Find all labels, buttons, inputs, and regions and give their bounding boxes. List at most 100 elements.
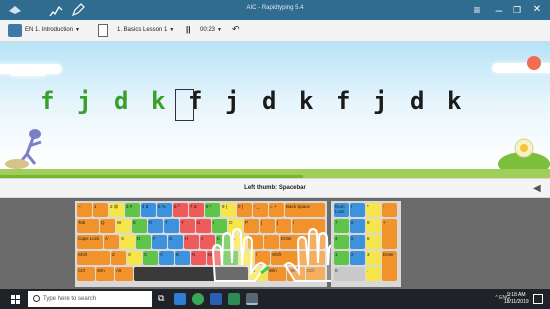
word-icon[interactable] (210, 293, 222, 305)
notification-icon[interactable] (533, 294, 543, 304)
file-explorer-icon[interactable] (174, 293, 186, 305)
course-icon (8, 24, 22, 37)
lesson-area[interactable]: fjdkfjdkfjdk (0, 42, 550, 178)
speaker-icon[interactable]: ◀ (533, 183, 545, 195)
clock-date: 18/11/2019 (504, 299, 529, 305)
chevron-down-icon: ▼ (217, 27, 222, 33)
key: Q (100, 219, 115, 233)
creature-illustration (5, 129, 42, 169)
clock-time: 9:18 AM (507, 292, 526, 298)
numeric-keypad: Num Lock / * - 7 8 9 + 4 5 6 1 2 3 Enter… (331, 201, 401, 287)
chrome-icon[interactable] (192, 293, 204, 305)
course-label: EN 1. Introduction (25, 27, 74, 33)
task-view-icon[interactable]: ⧉ (158, 293, 164, 304)
chevron-down-icon: ▼ (169, 27, 175, 33)
key: 7 (334, 219, 349, 233)
key: 2 @ (109, 203, 124, 217)
key: 5 % (157, 203, 172, 217)
key: W (116, 219, 131, 233)
cloud-decoration (10, 70, 46, 76)
window-title: AIC - Rapidtyping 5.4 (246, 5, 304, 11)
taskbar: Type here to search ⧉ ^ ENG 9:18 AM 18/1… (0, 289, 550, 309)
rapidtyping-taskbar-icon[interactable] (246, 293, 258, 305)
key: 0 ) (237, 203, 252, 217)
chevron-down-icon: ▼ (75, 27, 80, 33)
key: 9 (366, 219, 381, 233)
pending-char: d (410, 87, 425, 115)
key: Shift (77, 251, 110, 265)
clock[interactable]: 9:18 AM 18/11/2019 (504, 292, 529, 306)
lesson-label: 1. Basics Lesson 1 (117, 27, 168, 33)
key: / (350, 203, 365, 217)
key: C (143, 251, 158, 265)
key: Caps Lock (77, 235, 103, 249)
key: V (159, 251, 174, 265)
taskbar-search-box[interactable]: Type here to search (28, 291, 152, 307)
key: 0 (334, 267, 365, 281)
key: 8 * (205, 203, 220, 217)
key: 8 (350, 219, 365, 233)
typed-char: d (114, 87, 129, 115)
key: F (152, 235, 167, 249)
key: Tab (77, 219, 99, 233)
key: R (148, 219, 163, 233)
virtual-keyboard: ~ 1 2 @ 3 # 4 $ 5 % 6 ^ 7 & 8 * 9 ( 0 ) … (75, 201, 339, 287)
restore-button[interactable]: ❐ (510, 3, 524, 17)
menu-icon[interactable]: ≡ (470, 3, 484, 17)
timer: 00:23 ▼ (200, 27, 222, 33)
key: T (164, 219, 179, 233)
key: Alt (115, 267, 133, 281)
key: 1 (334, 251, 349, 265)
pause-icon[interactable]: || (186, 25, 190, 34)
key: S (120, 235, 135, 249)
key: 5 (350, 235, 365, 249)
key: E (132, 219, 147, 233)
key: G (168, 235, 183, 249)
restart-icon[interactable]: ↶ (232, 24, 240, 35)
keyboard-area: ~ 1 2 @ 3 # 4 $ 5 % 6 ^ 7 & 8 * 9 ( 0 ) … (0, 198, 550, 289)
hint-bar: Left thumb: Spacebar ◀ (0, 178, 550, 198)
finger-hint: Left thumb: Spacebar (244, 185, 306, 191)
typed-char: j (77, 87, 92, 115)
key: 4 (334, 235, 349, 249)
title-bar: AIC - Rapidtyping 5.4 ≡ – ❐ ✕ (0, 0, 550, 20)
minimize-button[interactable]: – (492, 3, 506, 17)
key: ~ (77, 203, 92, 217)
pending-char: d (262, 87, 277, 115)
key: Num Lock (334, 203, 349, 217)
pending-char: j (225, 87, 240, 115)
key: X (127, 251, 142, 265)
key: 6 (366, 235, 381, 249)
key: Enter (382, 251, 397, 281)
key: 6 ^ (173, 203, 188, 217)
pending-char: f (336, 87, 351, 115)
key: 7 & (189, 203, 204, 217)
key: - _ (253, 203, 268, 217)
cortana-icon (33, 295, 40, 302)
toolbar: EN 1. Introduction ▼ 1. Basics Lesson 1 ▼ … (0, 20, 550, 42)
close-button[interactable]: ✕ (530, 3, 544, 17)
key: Z (111, 251, 126, 265)
windows-start-icon[interactable] (11, 295, 20, 304)
typed-char: f (40, 87, 55, 115)
pending-char: k (447, 87, 462, 115)
key: + (382, 219, 397, 249)
key: B (175, 251, 190, 265)
course-select[interactable]: EN 1. Introduction ▼ (25, 27, 80, 33)
key: - (382, 203, 397, 217)
key: 4 $ (141, 203, 156, 217)
key: Ctrl (77, 267, 95, 281)
key: A (104, 235, 119, 249)
pending-char: k (299, 87, 314, 115)
key: = + (269, 203, 284, 217)
key: D (136, 235, 151, 249)
pending-char: j (373, 87, 388, 115)
timer-value: 00:23 (200, 27, 216, 33)
exercise-text: fjdkfjdkfjdk (40, 87, 484, 115)
flower-illustration (498, 138, 550, 174)
search-placeholder: Type here to search (43, 296, 97, 302)
key: 3 # (125, 203, 140, 217)
key: . (366, 267, 381, 281)
excel-icon[interactable] (228, 293, 240, 305)
lesson-select[interactable]: 1. Basics Lesson 1 ▼ (117, 27, 174, 33)
